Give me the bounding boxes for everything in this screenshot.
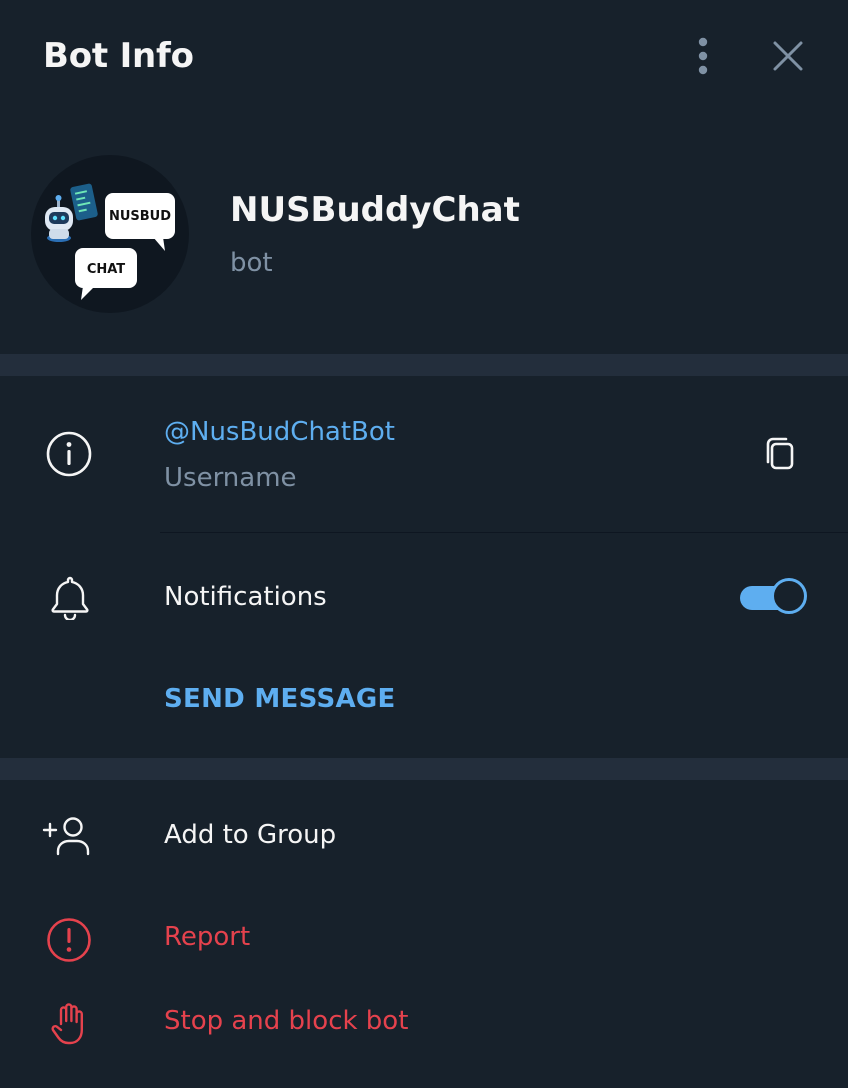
username-value[interactable]: @NusBudChatBot — [164, 417, 395, 447]
robot-icon — [45, 195, 73, 242]
copy-icon — [766, 437, 794, 470]
close-button[interactable] — [766, 34, 810, 78]
toggle-knob — [771, 578, 807, 614]
code-panel-icon — [70, 183, 98, 221]
profile-name: NUSBuddyChat — [230, 190, 520, 230]
avatar[interactable]: NUSBUD CHAT — [31, 155, 189, 313]
profile-status: bot — [230, 248, 273, 278]
hand-stop-icon — [51, 1003, 83, 1045]
speech-bubble-bottom: CHAT — [75, 248, 137, 300]
row-separator — [160, 532, 848, 533]
stop-and-block-label: Stop and block bot — [164, 1006, 409, 1036]
section-divider — [0, 354, 848, 376]
svg-text:CHAT: CHAT — [87, 262, 125, 277]
username-label: Username — [164, 463, 297, 493]
bot-info-panel: Bot Info NUSBUD CHAT NUSBuddyChat bot @N… — [0, 0, 848, 1088]
svg-text:NUSBUD: NUSBUD — [109, 209, 171, 224]
add-to-group-label: Add to Group — [164, 820, 337, 850]
report-icon — [47, 918, 91, 962]
bot-avatar-image: NUSBUD CHAT — [45, 183, 175, 300]
add-to-group-row[interactable]: Add to Group — [0, 798, 848, 878]
close-icon — [773, 41, 803, 71]
header: Bot Info — [0, 0, 848, 115]
bell-icon — [51, 576, 89, 620]
copy-button[interactable] — [760, 434, 800, 474]
report-row[interactable]: Report — [0, 900, 848, 980]
vertical-dots-icon — [698, 37, 708, 75]
more-options-button[interactable] — [683, 34, 723, 78]
info-circle-icon — [46, 431, 92, 477]
report-label: Report — [164, 922, 251, 952]
send-message-button[interactable]: SEND MESSAGE — [164, 684, 396, 714]
page-title: Bot Info — [43, 36, 194, 76]
add-user-icon — [42, 817, 90, 856]
section-divider — [0, 758, 848, 780]
notifications-label: Notifications — [164, 582, 327, 612]
notifications-toggle[interactable] — [740, 578, 807, 616]
stop-and-block-row[interactable]: Stop and block bot — [0, 984, 848, 1064]
speech-bubble-top: NUSBUD — [105, 193, 175, 251]
